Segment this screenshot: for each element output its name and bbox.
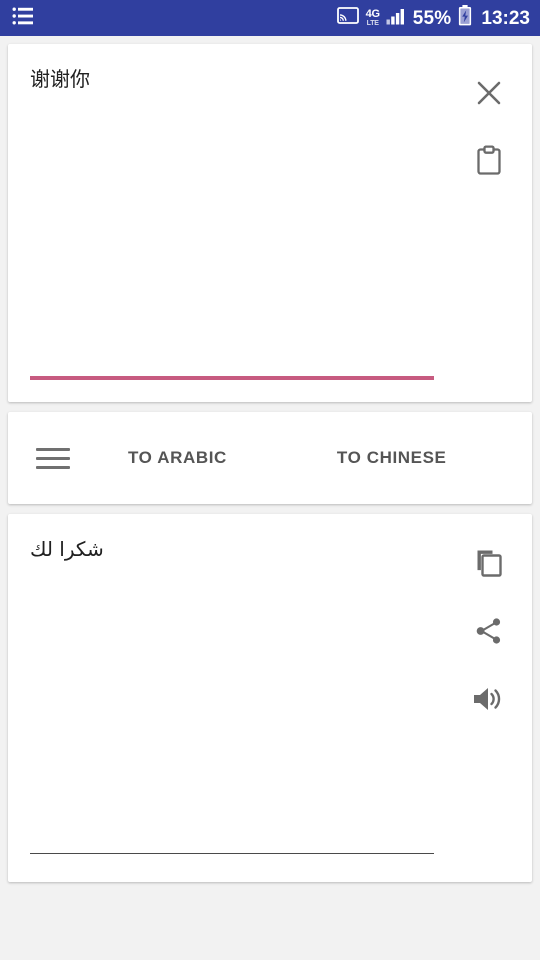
cast-screen-icon — [336, 6, 359, 30]
battery-percent-label: 55% — [412, 7, 452, 29]
close-icon[interactable] — [466, 70, 512, 116]
copy-icon[interactable] — [466, 540, 512, 586]
clipboard-paste-icon[interactable] — [466, 138, 512, 184]
status-bar: 4G LTE 55% 13:23 — [0, 0, 540, 36]
to-chinese-button[interactable]: TO CHINESE — [337, 448, 447, 468]
target-text-output[interactable]: شكرا لك — [30, 536, 460, 562]
network-type-indicator: 4G LTE — [365, 8, 380, 28]
list-notification-icon — [12, 6, 34, 31]
source-text-card: 谢谢你 — [8, 44, 532, 402]
to-arabic-button[interactable]: TO ARABIC — [128, 448, 227, 468]
hamburger-menu-icon[interactable] — [36, 447, 70, 469]
source-text-area[interactable]: 谢谢你 — [30, 66, 460, 402]
target-text-area[interactable]: شكرا لك — [30, 536, 460, 882]
target-card-icon-column — [460, 536, 518, 882]
target-text-card: شكرا لك — [8, 514, 532, 882]
hamburger-line-3 — [36, 465, 70, 469]
hamburger-line-2 — [36, 456, 70, 460]
target-output-underline — [30, 852, 434, 854]
signal-bars-icon — [386, 7, 406, 30]
network-type-bottom: LTE — [366, 20, 379, 27]
source-text-input[interactable]: 谢谢你 — [30, 66, 460, 92]
network-type-top: 4G — [365, 8, 380, 20]
status-bar-right: 4G LTE 55% 13:23 — [336, 5, 530, 31]
battery-charging-icon — [458, 5, 472, 31]
hamburger-line-1 — [36, 447, 70, 451]
status-bar-left — [12, 6, 34, 31]
translate-actions-bar: TO ARABIC TO CHINESE — [8, 412, 532, 504]
share-icon[interactable] — [466, 608, 512, 654]
speaker-volume-icon[interactable] — [466, 676, 512, 722]
source-card-icon-column — [460, 66, 518, 402]
source-input-underline — [30, 376, 434, 380]
clock-label: 13:23 — [481, 7, 530, 29]
